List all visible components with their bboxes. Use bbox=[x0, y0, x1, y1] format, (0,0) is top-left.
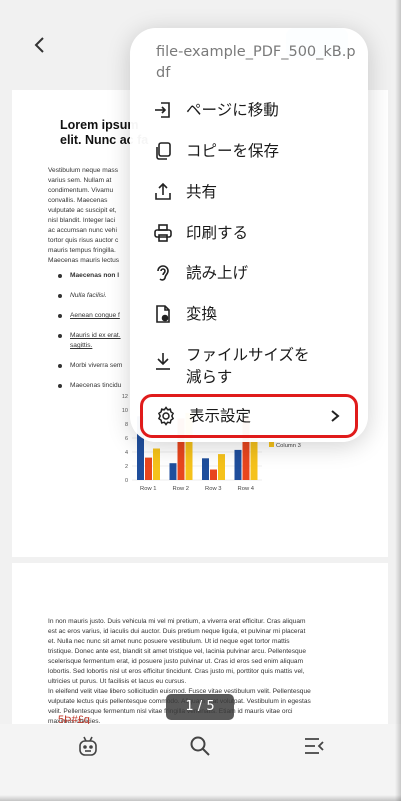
menu-file-name: file-example_PDF_500_kB.pdf bbox=[156, 44, 356, 81]
chart-y-tick-label: 0 bbox=[125, 478, 128, 484]
search-icon[interactable] bbox=[188, 734, 212, 758]
page2-paragraph-1: In non mauris justo. Duis vehicula mi ve… bbox=[48, 618, 307, 685]
frame-edge-shadow bbox=[395, 0, 401, 801]
chart-x-tick-label: Row 1 bbox=[140, 486, 156, 492]
settings-icon bbox=[155, 405, 177, 427]
menu-item-label: コピーを保存 bbox=[186, 142, 280, 160]
menu-item-goto-page[interactable]: ページに移動 bbox=[130, 90, 368, 130]
chart-x-tick-label: Row 3 bbox=[205, 486, 221, 492]
chart-y-tick-label: 6 bbox=[125, 436, 128, 442]
chart-y-tick-label: 2 bbox=[125, 464, 128, 470]
chart-bar bbox=[218, 454, 225, 480]
chart-bar bbox=[210, 469, 217, 480]
chart-legend-label: Column 3 bbox=[276, 443, 301, 449]
reduce-size-icon bbox=[152, 350, 174, 372]
list-item-text: Maecenas non l bbox=[70, 272, 120, 279]
chart-x-tick-label: Row 4 bbox=[238, 486, 255, 492]
chart-bar bbox=[250, 436, 258, 480]
chart-y-tick-label: 4 bbox=[125, 450, 128, 456]
menu-item-read-aloud[interactable]: 読み上げ bbox=[130, 253, 368, 293]
list-item-text: Mauris id ex erat. sagittis. bbox=[70, 332, 121, 349]
chart-bar bbox=[234, 449, 242, 480]
bottom-toolbar bbox=[0, 724, 401, 801]
chart-y-tick-label: 12 bbox=[122, 394, 128, 400]
menu-item-share[interactable]: 共有 bbox=[130, 172, 368, 212]
print-icon bbox=[152, 222, 174, 244]
menu-item-label: 変換 bbox=[186, 305, 218, 323]
chart-x-tick-label: Row 2 bbox=[173, 486, 189, 492]
chart-y-tick-label: 8 bbox=[125, 422, 128, 428]
menu-item-label: 表示設定 bbox=[189, 407, 252, 425]
chart-y-tick-label: 10 bbox=[122, 408, 128, 414]
page-indicator: 1 / 5 bbox=[166, 694, 234, 720]
chart-bar bbox=[153, 448, 160, 480]
chevron-right-icon bbox=[331, 410, 340, 422]
chart-legend-swatch bbox=[269, 442, 274, 447]
menu-item-save-copy[interactable]: コピーを保存 bbox=[130, 131, 368, 171]
context-menu: file-example_PDF_500_kB.pdf ページに移動 コピーを保… bbox=[130, 28, 368, 442]
menu-item-reduce-size[interactable]: ファイルサイズを 減らす bbox=[130, 338, 368, 396]
list-item-text: Aenean congue f bbox=[70, 312, 120, 319]
convert-icon bbox=[152, 303, 174, 325]
list-item-text: Morbi viverra sem bbox=[70, 362, 123, 369]
menu-item-display-settings[interactable]: 表示設定 bbox=[140, 394, 358, 438]
back-icon[interactable] bbox=[32, 36, 48, 54]
menu-item-label: 読み上げ bbox=[186, 264, 249, 282]
copy-icon bbox=[152, 140, 174, 162]
list-item-text: Nulla facilisi. bbox=[70, 292, 107, 299]
list-item-text: Maecenas tincidu bbox=[70, 382, 122, 389]
app-frame: Lorem ipsum elit. Nunc ac fa Vestibulum … bbox=[0, 0, 401, 801]
chart-bar bbox=[145, 457, 152, 480]
menu-item-print[interactable]: 印刷する bbox=[130, 213, 368, 253]
menu-item-convert[interactable]: 変換 bbox=[130, 294, 368, 334]
chart-bar bbox=[202, 458, 209, 480]
frame-edge-shadow-bottom bbox=[0, 795, 401, 801]
menu-item-label: 共有 bbox=[186, 183, 218, 201]
read-aloud-icon bbox=[152, 262, 174, 284]
menu-item-label: 印刷する bbox=[186, 224, 249, 242]
chart-bar bbox=[169, 463, 177, 480]
menu-item-label: ファイルサイズを 減らす bbox=[186, 346, 310, 386]
goto-page-icon bbox=[152, 99, 174, 121]
assistant-icon[interactable] bbox=[76, 734, 100, 758]
outline-icon[interactable] bbox=[302, 734, 326, 758]
share-icon bbox=[152, 181, 174, 203]
menu-item-label: ページに移動 bbox=[186, 101, 279, 119]
